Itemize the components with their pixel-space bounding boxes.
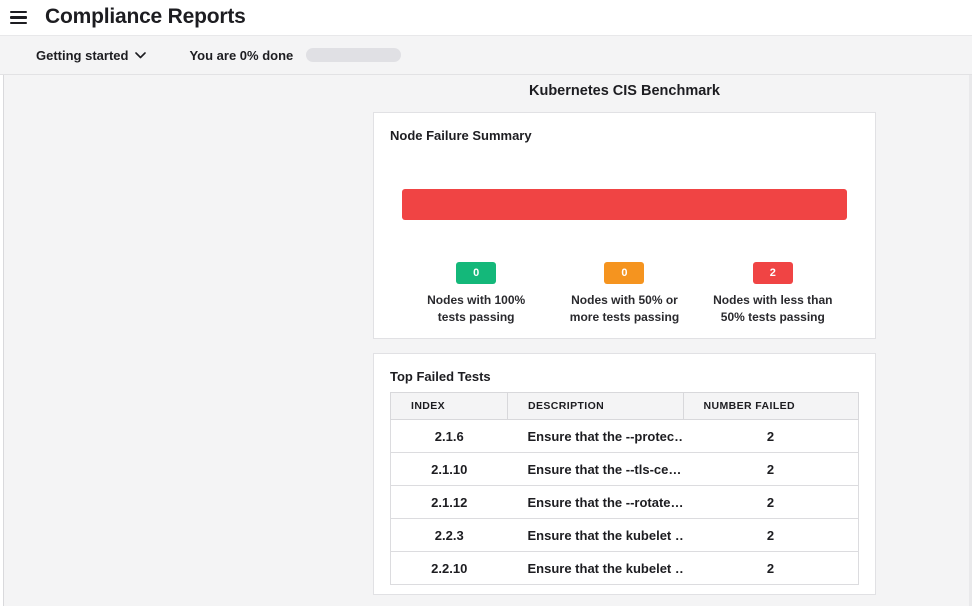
col-header-index: INDEX	[391, 393, 508, 420]
progress-text: You are 0% done	[189, 48, 293, 63]
table-row: 2.1.12 Ensure that the --rotate… 2	[391, 486, 859, 519]
menu-icon[interactable]	[10, 11, 27, 25]
table-header-row: INDEX DESCRIPTION NUMBER FAILED	[391, 393, 859, 420]
node-failure-stats: 0 Nodes with 100% tests passing 0 Nodes …	[402, 262, 847, 326]
app-header: Compliance Reports	[0, 0, 972, 35]
progress-bar	[306, 48, 401, 62]
content-area: Kubernetes CIS Benchmark Node Failure Su…	[0, 75, 972, 606]
stat-nodes-less-50pct-passing: 2 Nodes with less than 50% tests passing	[699, 262, 847, 326]
cell-number-failed: 2	[683, 453, 859, 486]
col-header-number-failed: NUMBER FAILED	[683, 393, 859, 420]
table-row: 2.1.6 Ensure that the --protec… 2	[391, 420, 859, 453]
cell-index: 2.2.3	[391, 519, 508, 552]
cell-index: 2.1.12	[391, 486, 508, 519]
top-failed-tests-table: INDEX DESCRIPTION NUMBER FAILED 2.1.6 En…	[390, 392, 859, 585]
stat-label: Nodes with less than 50% tests passing	[709, 292, 837, 326]
cell-description: Ensure that the kubelet …	[508, 552, 684, 585]
left-panel-edge	[0, 75, 4, 606]
cell-description: Ensure that the --rotate…	[508, 486, 684, 519]
cell-description: Ensure that the kubelet …	[508, 519, 684, 552]
getting-started-bar: Getting started You are 0% done	[0, 35, 972, 75]
node-failure-bar	[402, 189, 847, 220]
cell-number-failed: 2	[683, 486, 859, 519]
cell-number-failed: 2	[683, 420, 859, 453]
node-failure-summary-title: Node Failure Summary	[390, 128, 859, 143]
benchmark-title: Kubernetes CIS Benchmark	[373, 83, 876, 99]
stat-label: Nodes with 100% tests passing	[412, 292, 540, 326]
top-failed-tests-title: Top Failed Tests	[390, 369, 859, 384]
col-header-description: DESCRIPTION	[508, 393, 684, 420]
cell-description: Ensure that the --tls-ce…	[508, 453, 684, 486]
table-row: 2.1.10 Ensure that the --tls-ce… 2	[391, 453, 859, 486]
cell-index: 2.2.10	[391, 552, 508, 585]
stat-nodes-100pct-passing: 0 Nodes with 100% tests passing	[402, 262, 550, 326]
node-failure-summary-card: Node Failure Summary 0 Nodes with 100% t…	[373, 112, 876, 339]
status-badge: 0	[604, 262, 644, 284]
getting-started-label: Getting started	[36, 48, 128, 63]
table-row: 2.2.3 Ensure that the kubelet … 2	[391, 519, 859, 552]
chevron-down-icon	[135, 52, 146, 59]
stat-label: Nodes with 50% or more tests passing	[560, 292, 688, 326]
stat-nodes-50pct-or-more-passing: 0 Nodes with 50% or more tests passing	[550, 262, 698, 326]
getting-started-dropdown[interactable]: Getting started	[36, 48, 146, 63]
status-badge: 2	[753, 262, 793, 284]
table-row: 2.2.10 Ensure that the kubelet … 2	[391, 552, 859, 585]
cell-number-failed: 2	[683, 519, 859, 552]
cell-index: 2.1.10	[391, 453, 508, 486]
cell-number-failed: 2	[683, 552, 859, 585]
page-title: Compliance Reports	[45, 5, 246, 29]
cell-index: 2.1.6	[391, 420, 508, 453]
cell-description: Ensure that the --protec…	[508, 420, 684, 453]
report-column: Kubernetes CIS Benchmark Node Failure Su…	[373, 75, 876, 595]
top-failed-tests-card: Top Failed Tests INDEX DESCRIPTION NUMBE…	[373, 353, 876, 595]
status-badge: 0	[456, 262, 496, 284]
